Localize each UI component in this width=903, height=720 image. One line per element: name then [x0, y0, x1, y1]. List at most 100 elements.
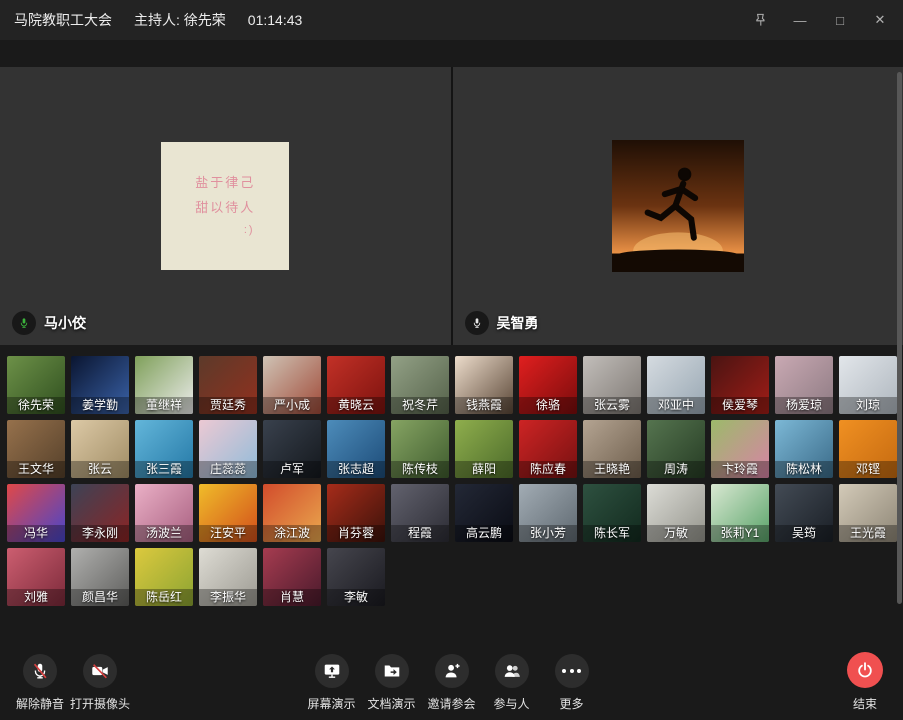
participant-thumbnail[interactable]: 刘琼 [839, 356, 897, 414]
screen-share-button[interactable]: 屏幕演示 [306, 654, 358, 712]
minimize-button[interactable]: — [791, 11, 809, 29]
screen-share-icon [315, 654, 349, 688]
speaker-tile-1[interactable]: 盐于律己 甜以待人 :) 马小佼 [0, 67, 451, 345]
notecard-line: 甜以待人 [195, 196, 255, 221]
participant-name: 邓亚中 [647, 397, 705, 414]
participant-name: 徐先荣 [7, 397, 65, 414]
participant-thumbnail[interactable]: 肖芬蓉 [327, 484, 385, 542]
participant-thumbnail[interactable]: 侯爱琴 [711, 356, 769, 414]
notecard-line: 盐于律己 [195, 171, 255, 196]
participant-name: 陈岳红 [135, 589, 193, 606]
participant-name: 汪安平 [199, 525, 257, 542]
participant-thumbnail[interactable]: 贾廷秀 [199, 356, 257, 414]
participant-thumbnail[interactable]: 周涛 [647, 420, 705, 478]
participant-name: 董继祥 [135, 397, 193, 414]
participant-thumbnail[interactable]: 肖慧 [263, 548, 321, 606]
participant-thumbnail[interactable]: 程霞 [391, 484, 449, 542]
participant-thumbnail[interactable]: 陈应春 [519, 420, 577, 478]
participant-name: 颜昌华 [71, 589, 129, 606]
participant-thumbnail[interactable]: 薛阳 [455, 420, 513, 478]
more-button[interactable]: 更多 [546, 654, 598, 712]
participant-thumbnail[interactable]: 董继祥 [135, 356, 193, 414]
camera-off-icon [83, 654, 117, 688]
participant-thumbnail[interactable]: 徐骆 [519, 356, 577, 414]
toolbar-end-group: 结束 [847, 652, 883, 712]
participant-thumbnail[interactable]: 吴筠 [775, 484, 833, 542]
participant-thumbnail[interactable]: 高云鹏 [455, 484, 513, 542]
close-button[interactable]: ✕ [871, 11, 889, 29]
participant-name: 王光霞 [839, 525, 897, 542]
participants-button[interactable]: 参与人 [486, 654, 538, 712]
participant-name: 肖慧 [263, 589, 321, 606]
toolbar-center-group: 屏幕演示 文档演示 [306, 654, 598, 712]
participant-thumbnail[interactable]: 陈长军 [583, 484, 641, 542]
participant-thumbnail[interactable]: 黄晓云 [327, 356, 385, 414]
participant-thumbnail[interactable]: 姜学勤 [71, 356, 129, 414]
invite-label: 邀请参会 [427, 695, 475, 712]
participant-thumbnail[interactable]: 张云 [71, 420, 129, 478]
participant-name: 刘雅 [7, 589, 65, 606]
participant-name: 李振华 [199, 589, 257, 606]
participant-name: 徐骆 [519, 397, 577, 414]
participant-thumbnail[interactable]: 李永刚 [71, 484, 129, 542]
participant-thumbnail[interactable]: 冯华 [7, 484, 65, 542]
runner-sunset-image [612, 140, 744, 272]
participant-thumbnail[interactable]: 卢军 [263, 420, 321, 478]
participant-thumbnail[interactable]: 万敏 [647, 484, 705, 542]
participant-thumbnail[interactable]: 颜昌华 [71, 548, 129, 606]
participant-thumbnail[interactable]: 邓亚中 [647, 356, 705, 414]
participant-thumbnail[interactable]: 汪安平 [199, 484, 257, 542]
participant-thumbnail[interactable]: 刘雅 [7, 548, 65, 606]
participant-thumbnail[interactable]: 张云雾 [583, 356, 641, 414]
end-meeting-button[interactable]: 结束 [847, 652, 883, 712]
participant-name: 贾廷秀 [199, 397, 257, 414]
control-toolbar: 解除静音 打开摄像头 [0, 648, 903, 720]
camera-on-button[interactable]: 打开摄像头 [70, 654, 130, 712]
unmute-button[interactable]: 解除静音 [16, 654, 64, 712]
speaker2-nameplate: 吴智勇 [465, 311, 539, 335]
screen-share-label: 屏幕演示 [307, 695, 355, 712]
participant-thumbnail[interactable]: 张莉Y1 [711, 484, 769, 542]
participant-thumbnail[interactable]: 李振华 [199, 548, 257, 606]
participant-thumbnail[interactable]: 张小芳 [519, 484, 577, 542]
participant-name: 王晓艳 [583, 461, 641, 478]
participant-thumbnail[interactable]: 王光霞 [839, 484, 897, 542]
pin-icon[interactable] [751, 11, 769, 29]
vertical-scrollbar[interactable] [897, 72, 902, 604]
participant-thumbnail[interactable]: 陈岳红 [135, 548, 193, 606]
speaker2-video-content [612, 140, 744, 272]
participant-thumbnail[interactable]: 李敏 [327, 548, 385, 606]
participant-name: 肖芬蓉 [327, 525, 385, 542]
participant-thumbnail[interactable]: 汤波兰 [135, 484, 193, 542]
participant-thumbnail[interactable]: 陈松林 [775, 420, 833, 478]
toolbar-left-group: 解除静音 打开摄像头 [16, 654, 130, 712]
maximize-button[interactable]: □ [831, 11, 849, 29]
participant-thumbnail[interactable]: 张三霞 [135, 420, 193, 478]
participant-thumbnail[interactable]: 严小成 [263, 356, 321, 414]
participant-thumbnail[interactable]: 祝冬芹 [391, 356, 449, 414]
invite-button[interactable]: 邀请参会 [426, 654, 478, 712]
participant-thumbnail[interactable]: 涂江波 [263, 484, 321, 542]
participant-thumbnail[interactable]: 王晓艳 [583, 420, 641, 478]
camera-label: 打开摄像头 [70, 695, 130, 712]
participant-thumbnail[interactable]: 卞玲霞 [711, 420, 769, 478]
participant-thumbnail[interactable]: 陈传枝 [391, 420, 449, 478]
participant-name: 汤波兰 [135, 525, 193, 542]
participant-name: 姜学勤 [71, 397, 129, 414]
meeting-timer: 01:14:43 [248, 12, 303, 28]
participant-thumbnail[interactable]: 钱燕霞 [455, 356, 513, 414]
participants-icon [495, 654, 529, 688]
speaker2-name: 吴智勇 [497, 313, 539, 333]
participant-thumbnail[interactable]: 张志超 [327, 420, 385, 478]
participant-thumbnail[interactable]: 邓铿 [839, 420, 897, 478]
mic-icon [465, 311, 489, 335]
participant-thumbnail[interactable]: 庄蕊蕊 [199, 420, 257, 478]
participant-thumbnail[interactable]: 徐先荣 [7, 356, 65, 414]
doc-share-button[interactable]: 文档演示 [366, 654, 418, 712]
participant-thumbnail[interactable]: 王文华 [7, 420, 65, 478]
speaker1-nameplate: 马小佼 [12, 311, 86, 335]
more-dots-icon [555, 654, 589, 688]
participant-thumbnail[interactable]: 杨爱琼 [775, 356, 833, 414]
speaker-tile-2[interactable]: 吴智勇 [453, 67, 903, 345]
participant-name: 李敏 [327, 589, 385, 606]
